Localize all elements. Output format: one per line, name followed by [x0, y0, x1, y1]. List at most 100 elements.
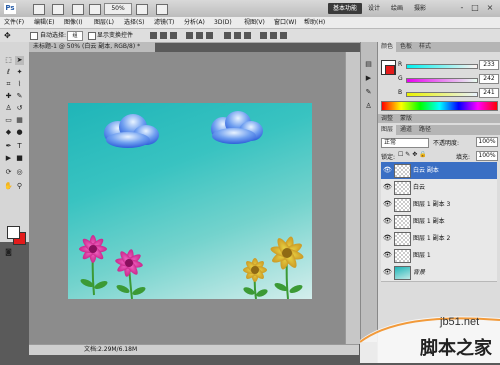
quick-mask-icon[interactable]: ◙	[4, 248, 13, 257]
tab-swatches[interactable]: 色板	[397, 42, 415, 52]
brush-tool-icon[interactable]: ✎	[15, 92, 24, 101]
tools-panel: ⬚ ➤ ℓ ✦ ⌗ ⌇ ✚ ✎ ♙ ↺ ▭ ▦ ◆ ● ✒ T ▶ ■ ⟳ ◎ …	[0, 42, 30, 256]
visibility-eye-icon[interactable]: 👁	[383, 251, 392, 259]
layer-row-layer1[interactable]: 👁 图层 1	[381, 247, 497, 265]
move-tool-icon[interactable]: ➤	[15, 56, 24, 65]
color-spectrum-ramp[interactable]	[381, 101, 498, 111]
layer-row-background[interactable]: 👁 背景	[381, 264, 497, 282]
layer-row-white-cloud[interactable]: 👁 白云	[381, 179, 497, 197]
minimize-button[interactable]: -	[456, 3, 468, 13]
shape-tool-icon[interactable]: ■	[15, 154, 24, 163]
hand-tool-icon[interactable]: ✋	[4, 182, 13, 191]
tab-channels[interactable]: 通道	[397, 125, 415, 135]
channel-b-slider[interactable]	[406, 92, 478, 97]
bridge-icon[interactable]	[33, 4, 45, 15]
align-buttons[interactable]	[150, 31, 350, 40]
marquee-tool-icon[interactable]: ⬚	[4, 56, 13, 65]
channel-b-value[interactable]: 241	[479, 88, 499, 98]
layer-row-layer1-copy3[interactable]: 👁 图层 1 副本 3	[381, 196, 497, 214]
menu-window[interactable]: 窗口(W)	[274, 17, 297, 28]
image-canvas[interactable]	[68, 103, 312, 300]
blend-mode-dropdown[interactable]: 正常	[381, 138, 429, 148]
zoom-level-field[interactable]: 50%	[104, 3, 132, 15]
blur-tool-icon[interactable]: ◆	[4, 128, 13, 137]
document-tab[interactable]: 未标题-1 @ 50% (白云 副本, RGB/8) *	[29, 42, 155, 52]
arrange-documents-icon[interactable]	[136, 4, 148, 15]
workspace-photography-button[interactable]: 摄影	[414, 3, 426, 14]
type-tool-icon[interactable]: T	[15, 142, 24, 151]
lasso-tool-icon[interactable]: ℓ	[4, 68, 13, 77]
menu-select[interactable]: 选择(S)	[124, 17, 145, 28]
menu-filter[interactable]: 滤镜(T)	[154, 17, 174, 28]
visibility-eye-icon[interactable]: 👁	[383, 234, 392, 242]
channel-r-slider[interactable]	[406, 64, 478, 69]
layer-row-layer1-copy[interactable]: 👁 图层 1 副本	[381, 213, 497, 231]
dodge-tool-icon[interactable]: ●	[15, 128, 24, 137]
visibility-eye-icon[interactable]: 👁	[383, 268, 392, 276]
view-extras-icon[interactable]	[72, 4, 84, 15]
adjustments-panel-tabs: 调整 蒙版	[378, 114, 500, 123]
vertical-scrollbar[interactable]	[345, 52, 360, 344]
foreground-color-swatch[interactable]	[7, 226, 20, 239]
lock-options-icon[interactable]: ☐ ✎ ✥ 🔒	[398, 151, 427, 158]
eraser-tool-icon[interactable]: ▭	[4, 116, 13, 125]
visibility-eye-icon[interactable]: 👁	[383, 183, 392, 191]
layer-row-layer1-copy2[interactable]: 👁 图层 1 副本 2	[381, 230, 497, 248]
workspace-painting-button[interactable]: 绘画	[391, 3, 403, 14]
channel-r-value[interactable]: 233	[479, 60, 499, 70]
close-button[interactable]: ×	[484, 3, 496, 13]
brushes-panel-icon[interactable]: ✎	[364, 88, 373, 97]
history-brush-icon[interactable]: ↺	[15, 104, 24, 113]
tab-layers[interactable]: 图层	[378, 125, 397, 135]
channel-g-slider[interactable]	[406, 78, 478, 83]
clone-stamp-icon[interactable]: ♙	[4, 104, 13, 113]
menu-view[interactable]: 视图(V)	[244, 17, 265, 28]
visibility-eye-icon[interactable]: 👁	[383, 217, 392, 225]
3d-rotate-icon[interactable]: ⟳	[4, 168, 13, 177]
color-panel-background[interactable]	[385, 65, 395, 75]
menu-image[interactable]: 图像(I)	[64, 17, 82, 28]
maximize-button[interactable]: □	[469, 3, 481, 13]
menu-edit[interactable]: 编辑(E)	[34, 17, 54, 28]
crop-tool-icon[interactable]: ⌗	[4, 80, 13, 89]
layer-name: 白云 副本	[413, 167, 439, 174]
menu-file[interactable]: 文件(F)	[4, 17, 24, 28]
move-tool-icon[interactable]: ✥	[4, 29, 11, 42]
mini-bridge-icon[interactable]	[52, 4, 64, 15]
opacity-field[interactable]: 100%	[476, 137, 498, 147]
tab-styles[interactable]: 样式	[416, 42, 434, 52]
tab-masks[interactable]: 蒙版	[397, 114, 415, 123]
history-panel-icon[interactable]: ▤	[364, 60, 373, 69]
fill-field[interactable]: 100%	[476, 151, 498, 161]
tab-adjustments[interactable]: 调整	[378, 114, 396, 123]
path-selection-icon[interactable]: ▶	[4, 154, 13, 163]
tab-color[interactable]: 颜色	[378, 42, 397, 52]
workspace-basic-button[interactable]: 基本功能	[328, 3, 362, 14]
visibility-eye-icon[interactable]: 👁	[383, 166, 392, 174]
layer-row-white-cloud-copy[interactable]: 👁 白云 副本	[381, 162, 497, 180]
magic-wand-icon[interactable]: ✦	[15, 68, 24, 77]
menu-analysis[interactable]: 分析(A)	[184, 17, 205, 28]
zoom-tool-icon[interactable]: ⚲	[15, 182, 24, 191]
workspace-design-button[interactable]: 设计	[368, 3, 380, 14]
gradient-tool-icon[interactable]: ▦	[15, 116, 24, 125]
opacity-label: 不透明度:	[433, 140, 460, 147]
clone-source-panel-icon[interactable]: ♙	[364, 102, 373, 111]
channel-g-value[interactable]: 242	[479, 74, 499, 84]
eyedropper-icon[interactable]: ⌇	[15, 80, 24, 89]
healing-brush-icon[interactable]: ✚	[4, 92, 13, 101]
auto-select-dropdown[interactable]: 组	[67, 31, 83, 41]
menu-help[interactable]: 帮助(H)	[304, 17, 325, 28]
menu-3d[interactable]: 3D(D)	[214, 17, 232, 28]
screen-mode-icon[interactable]	[156, 4, 168, 15]
pen-tool-icon[interactable]: ✒	[4, 142, 13, 151]
visibility-eye-icon[interactable]: 👁	[383, 200, 392, 208]
auto-select-checkbox[interactable]	[30, 32, 38, 40]
hand-tool-icon[interactable]	[89, 4, 101, 15]
tab-paths[interactable]: 路径	[416, 125, 434, 135]
show-transform-checkbox[interactable]	[88, 32, 96, 40]
3d-orbit-icon[interactable]: ◎	[15, 168, 24, 177]
actions-panel-icon[interactable]: ▶	[364, 74, 373, 83]
menu-layer[interactable]: 图层(L)	[94, 17, 114, 28]
layer-thumbnail	[394, 232, 411, 246]
